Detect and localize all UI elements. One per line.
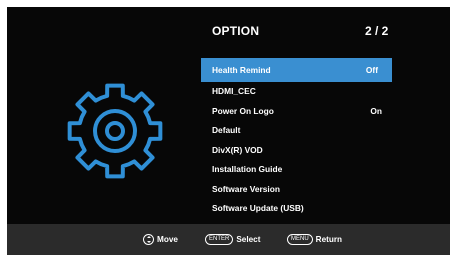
- move-hint: Move: [143, 233, 178, 246]
- menu-item-label: HDMI_CEC: [212, 86, 256, 96]
- option-menu: Health Remind Off HDMI_CEC Power On Logo…: [201, 58, 392, 219]
- dpad-icon: [143, 234, 154, 245]
- menu-item-label: DivX(R) VOD: [212, 144, 263, 155]
- enter-key-icon: ENTER: [205, 234, 234, 245]
- menu-item-label: Software Update (USB): [212, 203, 304, 213]
- menu-item-label: Installation Guide: [212, 164, 283, 174]
- menu-item-label: Default: [212, 125, 241, 135]
- menu-item-label: Health Remind: [212, 65, 271, 75]
- menu-item-value: On: [370, 105, 382, 116]
- panel-title: OPTION: [212, 24, 260, 38]
- menu-item-value: Off: [365, 65, 378, 75]
- gear-icon: [67, 83, 163, 179]
- menu-item-health-remind[interactable]: Health Remind Off: [201, 58, 392, 82]
- menu-item-software-version[interactable]: Software Version: [201, 180, 392, 200]
- menu-key-icon: MENU: [287, 234, 313, 245]
- select-label: Select: [236, 235, 261, 244]
- menu-item-installation-guide[interactable]: Installation Guide: [201, 160, 392, 180]
- menu-item-label: Power On Logo: [212, 105, 274, 116]
- menu-item-divx-vod[interactable]: DivX(R) VOD: [201, 141, 392, 161]
- menu-item-label: Software Version: [212, 183, 280, 194]
- page-indicator: 2 / 2: [365, 24, 389, 38]
- tv-screen: OPTION 2 / 2 Health Remind Off HDMI_CEC …: [7, 7, 450, 255]
- menu-item-hdmi-cec[interactable]: HDMI_CEC: [201, 82, 392, 102]
- menu-item-default[interactable]: Default: [201, 121, 392, 141]
- menu-item-software-update[interactable]: Software Update (USB): [201, 199, 392, 219]
- return-hint: MENU Return: [287, 233, 342, 246]
- hint-bar: Move ENTER Select MENU Return: [7, 224, 450, 255]
- menu-item-power-on-logo[interactable]: Power On Logo On: [201, 102, 392, 122]
- move-label: Move: [157, 235, 178, 244]
- select-hint: ENTER Select: [205, 233, 260, 246]
- return-label: Return: [315, 235, 343, 244]
